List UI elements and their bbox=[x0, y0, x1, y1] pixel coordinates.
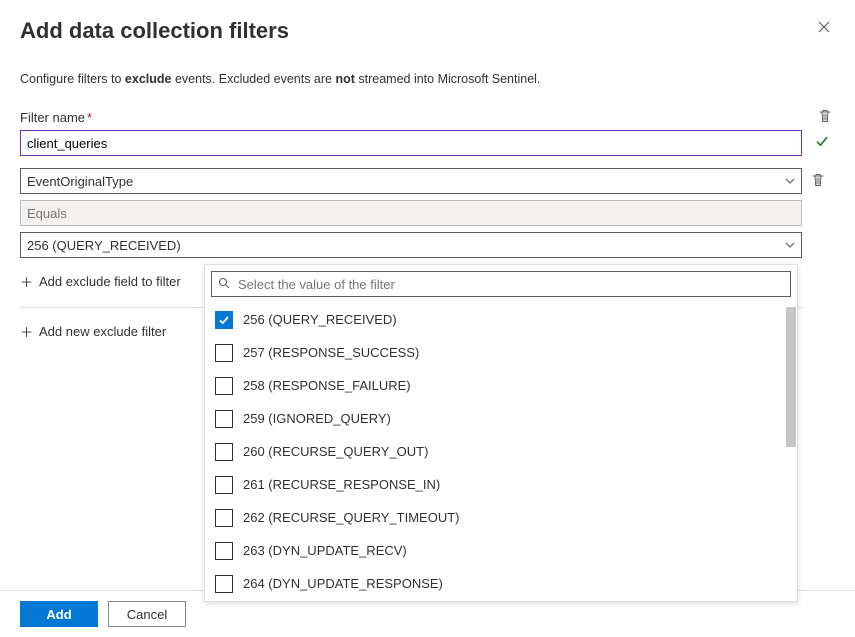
cancel-button[interactable]: Cancel bbox=[108, 601, 186, 627]
dropdown-search-input[interactable] bbox=[236, 276, 784, 293]
delete-filter-button[interactable] bbox=[817, 108, 835, 126]
chevron-down-icon bbox=[785, 175, 795, 187]
checkbox[interactable] bbox=[215, 575, 233, 593]
checkbox[interactable] bbox=[215, 443, 233, 461]
plus-icon: ＋ bbox=[20, 322, 33, 341]
dropdown-option[interactable]: 261 (RECURSE_RESPONSE_IN) bbox=[205, 468, 797, 501]
dropdown-option[interactable]: 259 (IGNORED_QUERY) bbox=[205, 402, 797, 435]
filter-name-label: Filter name bbox=[20, 110, 85, 125]
dropdown-option[interactable]: 263 (DYN_UPDATE_RECV) bbox=[205, 534, 797, 567]
dropdown-option-label: 260 (RECURSE_QUERY_OUT) bbox=[243, 444, 428, 459]
operator-value: Equals bbox=[27, 206, 67, 221]
dropdown-option[interactable]: 256 (QUERY_RECEIVED) bbox=[205, 303, 797, 336]
description-text: Configure filters to exclude events. Exc… bbox=[20, 72, 835, 86]
field-select[interactable]: EventOriginalType bbox=[20, 168, 802, 194]
close-button[interactable] bbox=[813, 16, 835, 38]
field-select-value: EventOriginalType bbox=[27, 174, 133, 189]
add-new-exclude-filter-label: Add new exclude filter bbox=[39, 324, 166, 339]
dropdown-option-label: 256 (QUERY_RECEIVED) bbox=[243, 312, 397, 327]
delete-field-button[interactable] bbox=[810, 172, 828, 190]
dropdown-option-label: 263 (DYN_UPDATE_RECV) bbox=[243, 543, 407, 558]
filter-name-input[interactable] bbox=[20, 130, 802, 156]
dropdown-option-label: 261 (RECURSE_RESPONSE_IN) bbox=[243, 477, 440, 492]
dropdown-option-label: 259 (IGNORED_QUERY) bbox=[243, 411, 391, 426]
operator-select: Equals bbox=[20, 200, 802, 226]
checkbox[interactable] bbox=[215, 410, 233, 428]
plus-icon: ＋ bbox=[20, 272, 33, 291]
dropdown-option[interactable]: 260 (RECURSE_QUERY_OUT) bbox=[205, 435, 797, 468]
dropdown-option[interactable]: 264 (DYN_UPDATE_RESPONSE) bbox=[205, 567, 797, 600]
checkbox[interactable] bbox=[215, 344, 233, 362]
chevron-down-icon bbox=[785, 239, 795, 251]
required-marker: * bbox=[87, 110, 92, 125]
dropdown-option[interactable]: 265 (IXFR_REQ_OUT) bbox=[205, 600, 797, 601]
scrollbar-thumb[interactable] bbox=[786, 307, 796, 447]
checkbox[interactable] bbox=[215, 377, 233, 395]
value-select-value: 256 (QUERY_RECEIVED) bbox=[27, 238, 181, 253]
dropdown-search[interactable] bbox=[211, 271, 791, 297]
value-select[interactable]: 256 (QUERY_RECEIVED) bbox=[20, 232, 802, 258]
checkbox[interactable] bbox=[215, 542, 233, 560]
valid-check-icon bbox=[815, 134, 829, 151]
dropdown-option-label: 264 (DYN_UPDATE_RESPONSE) bbox=[243, 576, 443, 591]
dropdown-option[interactable]: 257 (RESPONSE_SUCCESS) bbox=[205, 336, 797, 369]
search-icon bbox=[218, 277, 230, 292]
dropdown-option-label: 257 (RESPONSE_SUCCESS) bbox=[243, 345, 419, 360]
trash-icon bbox=[817, 108, 833, 124]
checkbox[interactable] bbox=[215, 476, 233, 494]
add-button[interactable]: Add bbox=[20, 601, 98, 627]
checkbox[interactable] bbox=[215, 509, 233, 527]
close-icon bbox=[818, 21, 830, 33]
dropdown-option[interactable]: 258 (RESPONSE_FAILURE) bbox=[205, 369, 797, 402]
page-title: Add data collection filters bbox=[20, 18, 813, 44]
dropdown-option[interactable]: 262 (RECURSE_QUERY_TIMEOUT) bbox=[205, 501, 797, 534]
dropdown-option-label: 258 (RESPONSE_FAILURE) bbox=[243, 378, 411, 393]
checkbox[interactable] bbox=[215, 311, 233, 329]
trash-icon bbox=[810, 172, 826, 188]
value-dropdown: 256 (QUERY_RECEIVED) 257 (RESPONSE_SUCCES… bbox=[204, 264, 798, 602]
add-exclude-field-label: Add exclude field to filter bbox=[39, 274, 181, 289]
dropdown-option-label: 262 (RECURSE_QUERY_TIMEOUT) bbox=[243, 510, 459, 525]
